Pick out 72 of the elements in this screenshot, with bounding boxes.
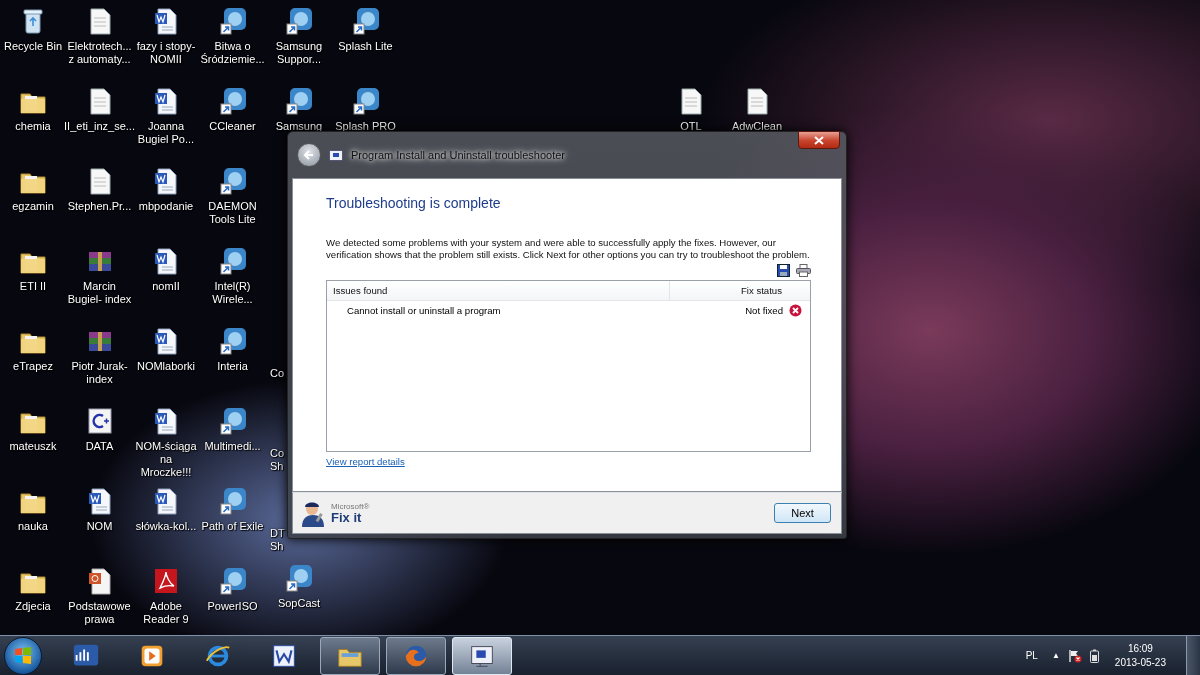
desktop-icon[interactable]: DATA (66, 402, 133, 453)
desktop-icon[interactable]: Elektrotech... z automaty... (66, 2, 133, 66)
desktop-icon[interactable]: Marcin Bugiel- index (66, 242, 133, 306)
desktop-icon[interactable]: II_eti_inz_se... (66, 82, 133, 133)
brand-maker: Microsoft® (331, 502, 370, 511)
clock[interactable]: 16:09 2013-05-23 (1114, 641, 1166, 670)
desktop-icon[interactable]: PowerISO (199, 562, 266, 613)
desktop-icon[interactable]: chemia (0, 82, 66, 133)
desktop-icon[interactable]: OTL (658, 82, 724, 133)
back-button[interactable] (297, 143, 321, 167)
desktop-icon[interactable]: Co Sh (270, 447, 285, 473)
troubleshooter-icon (329, 149, 343, 161)
desktop-icon[interactable]: NOM (66, 482, 133, 533)
shortcut-icon (283, 562, 315, 594)
desktop-icon[interactable]: SopCast (266, 559, 332, 610)
language-indicator[interactable]: PL (1025, 650, 1038, 661)
desktop-icon[interactable]: słówka-kol... (133, 482, 199, 533)
desktop-icon[interactable]: Stephen.Pr... (66, 162, 133, 213)
column-header[interactable]: Fix status (670, 281, 788, 300)
next-button[interactable]: Next (774, 503, 831, 523)
desktop-icon[interactable]: DT Sh (270, 527, 285, 553)
desktop-icon[interactable]: Co (270, 367, 285, 380)
report-link[interactable]: View report details (326, 456, 405, 467)
shortcut-icon (283, 85, 315, 117)
taskbar-button[interactable] (320, 636, 380, 675)
print-icon[interactable] (796, 264, 811, 277)
desktop-icon[interactable]: Samsung (266, 82, 332, 133)
desktop-icon[interactable]: Joanna Bugiel Po... (133, 82, 199, 146)
show-desktop-button[interactable] (1186, 635, 1200, 675)
desktop-icon[interactable]: egzamin (0, 162, 66, 213)
dialog-heading: Troubleshooting is complete (326, 195, 502, 211)
desktop-icon[interactable]: Splash PRO (332, 82, 399, 133)
desktop-icon[interactable]: nauka (0, 482, 66, 533)
desktop-icon[interactable]: Bitwa o Śródziemie... (199, 2, 266, 66)
start-button[interactable] (4, 636, 42, 675)
close-icon (814, 135, 824, 145)
desktop-icon[interactable]: Podstawowe prawa (66, 562, 133, 626)
column-header[interactable]: Issues found (327, 281, 670, 300)
tray-toggle[interactable]: ▲ (1051, 651, 1060, 660)
desktop-icon[interactable]: Piotr Jurak- index (66, 322, 133, 386)
desktop-icon[interactable]: NOM-ściąga na Mroczke!!! (133, 402, 199, 479)
window-title: Program Install and Uninstall troubleshooter (351, 149, 565, 161)
desktop-icon[interactable]: Interia (199, 322, 266, 373)
desktop-icon[interactable]: CCleaner (199, 82, 266, 133)
desktop-icon[interactable]: Adobe Reader 9 (133, 562, 199, 626)
dialog-message: We detected some problems with your system and were able to successfully apply the fixes. However, our verification shows that the problem still exists. Click Next for other options you can try to troubleshoot the problem. (326, 237, 811, 261)
desktop-icon[interactable]: DAEMON Tools Lite (199, 162, 266, 226)
desktop-icon[interactable]: mbpodanie (133, 162, 199, 213)
desktop-icon[interactable]: Multimedi... (199, 402, 266, 453)
desktop-icon[interactable]: ETI II (0, 242, 66, 293)
desktop-icon[interactable]: Zdjecia (0, 562, 66, 613)
brand-name: Fix it (331, 510, 363, 524)
desktop-icon[interactable]: eTrapez (0, 322, 66, 373)
shortcut-icon (283, 5, 315, 37)
desktop-icon[interactable]: mateuszk (0, 402, 66, 453)
desktop-icon[interactable]: fazy i stopy- NOMII (133, 2, 199, 66)
table-cell-text: Cannot install or uninstall a program (347, 304, 502, 316)
table-cell: Not fixed (745, 304, 783, 316)
desktop-icon[interactable]: nomII (133, 242, 199, 293)
back-arrow-icon (303, 149, 315, 161)
desktop-icon[interactable]: Path of Exile (199, 482, 266, 533)
desktop-icon[interactable]: Intel(R) Wirele... (199, 242, 266, 306)
battery-icon[interactable] (1089, 648, 1099, 663)
close-button[interactable] (798, 131, 840, 149)
flag-icon[interactable] (1067, 648, 1082, 663)
windows-logo-icon (14, 646, 32, 665)
desktop-icon[interactable]: Samsung Suppor... (266, 2, 332, 66)
desktop-icon[interactable]: Splash Lite (332, 2, 399, 53)
save-icon[interactable] (777, 264, 790, 277)
desktop-icon[interactable]: NOMlaborki (133, 322, 199, 373)
desktop-icon[interactable]: Recycle Bin (0, 2, 66, 53)
desktop-icon[interactable]: AdwClean (724, 82, 790, 133)
